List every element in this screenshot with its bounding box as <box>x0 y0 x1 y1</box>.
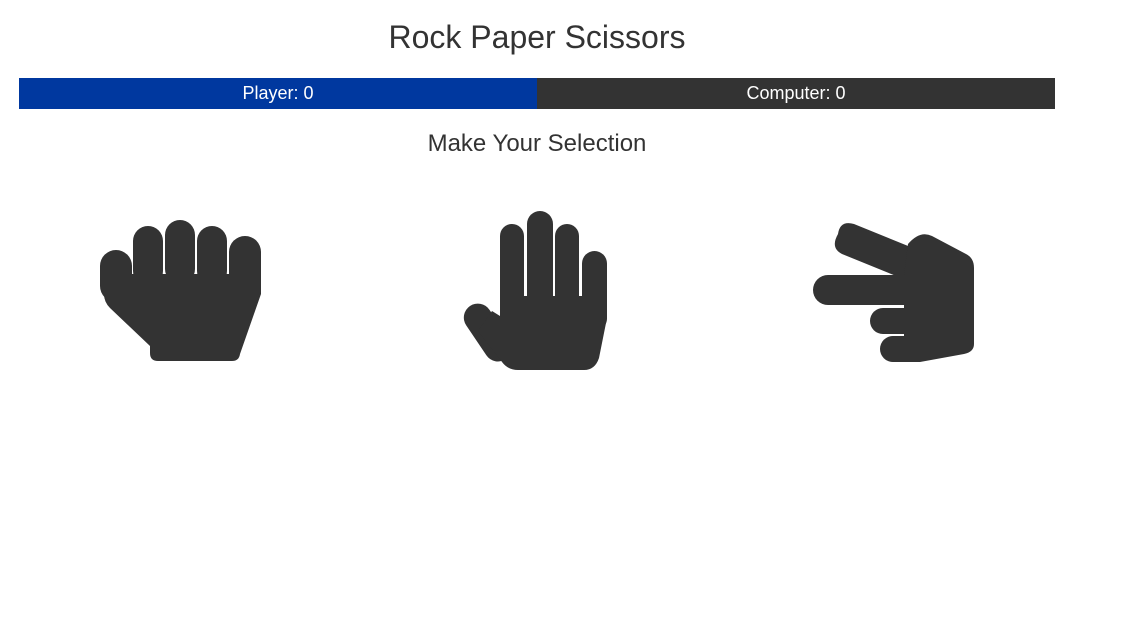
paper-hand-icon <box>463 211 607 370</box>
scissors-hand-icon <box>813 223 974 362</box>
scoreboard: Player: 0 Computer: 0 <box>19 78 1055 109</box>
computer-score: Computer: 0 <box>537 78 1055 109</box>
paper-button[interactable] <box>462 206 612 376</box>
rock-fist-icon <box>100 220 261 361</box>
page-title: Rock Paper Scissors <box>388 19 686 55</box>
player-score: Player: 0 <box>19 78 537 109</box>
selection-prompt: Make Your Selection <box>427 130 647 157</box>
scissors-button[interactable] <box>808 216 978 366</box>
game-page: Rock Paper Scissors Player: 0 Computer: … <box>0 0 1121 619</box>
rock-button[interactable] <box>96 216 266 366</box>
